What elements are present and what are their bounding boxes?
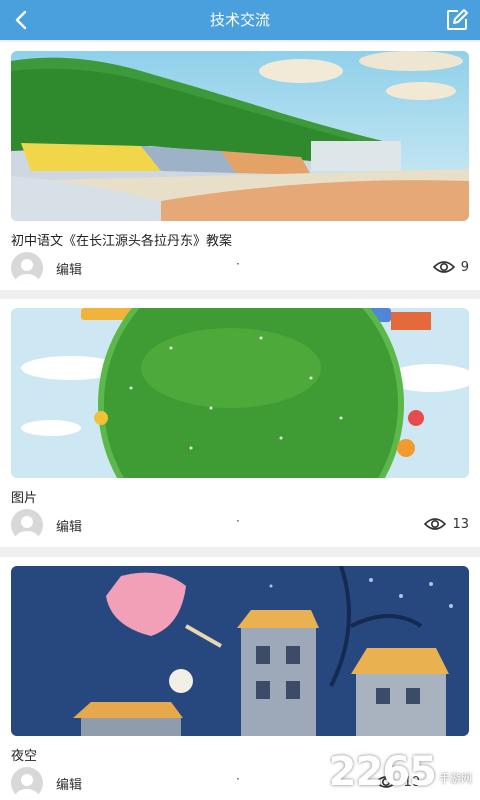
view-count-value: 13 <box>452 516 469 532</box>
eye-icon <box>432 261 455 273</box>
view-count: 9 <box>432 257 469 277</box>
watermark-text: 手游网 <box>439 772 472 785</box>
post-image-stadium[interactable] <box>11 51 469 221</box>
compose-button[interactable] <box>444 7 470 33</box>
post-image-night-sky[interactable] <box>11 566 469 736</box>
user-icon <box>15 774 39 799</box>
post-caption[interactable]: 初中语文《在长江源头各拉丹东》教案 <box>11 230 232 249</box>
post-caption[interactable]: 夜空 <box>11 745 37 764</box>
eye-icon <box>424 518 447 530</box>
edit-icon <box>447 9 468 30</box>
author-name[interactable]: 编辑 <box>56 259 82 278</box>
author-name[interactable]: 编辑 <box>56 774 82 793</box>
view-count-value: 9 <box>460 259 469 275</box>
top-bar: 技术交流 <box>0 0 480 40</box>
user-icon <box>15 259 39 284</box>
separator: · <box>236 257 240 271</box>
page-title: 技术交流 <box>209 11 270 29</box>
post-image-green-planet[interactable] <box>11 308 469 478</box>
watermark: 2265 手游网 <box>329 752 472 792</box>
separator: · <box>236 772 240 786</box>
author-name[interactable]: 编辑 <box>56 516 82 535</box>
avatar[interactable] <box>11 767 43 799</box>
user-icon <box>15 516 39 541</box>
post-card[interactable]: 图片 编辑 · 13 <box>0 299 480 547</box>
view-count: 13 <box>424 514 469 534</box>
separator: · <box>236 514 240 528</box>
post-card[interactable]: 初中语文《在长江源头各拉丹东》教案 编辑 · 9 <box>0 42 480 290</box>
avatar[interactable] <box>11 509 43 541</box>
avatar[interactable] <box>11 252 43 284</box>
watermark-number: 2265 <box>328 749 437 795</box>
post-caption[interactable]: 图片 <box>11 487 37 506</box>
